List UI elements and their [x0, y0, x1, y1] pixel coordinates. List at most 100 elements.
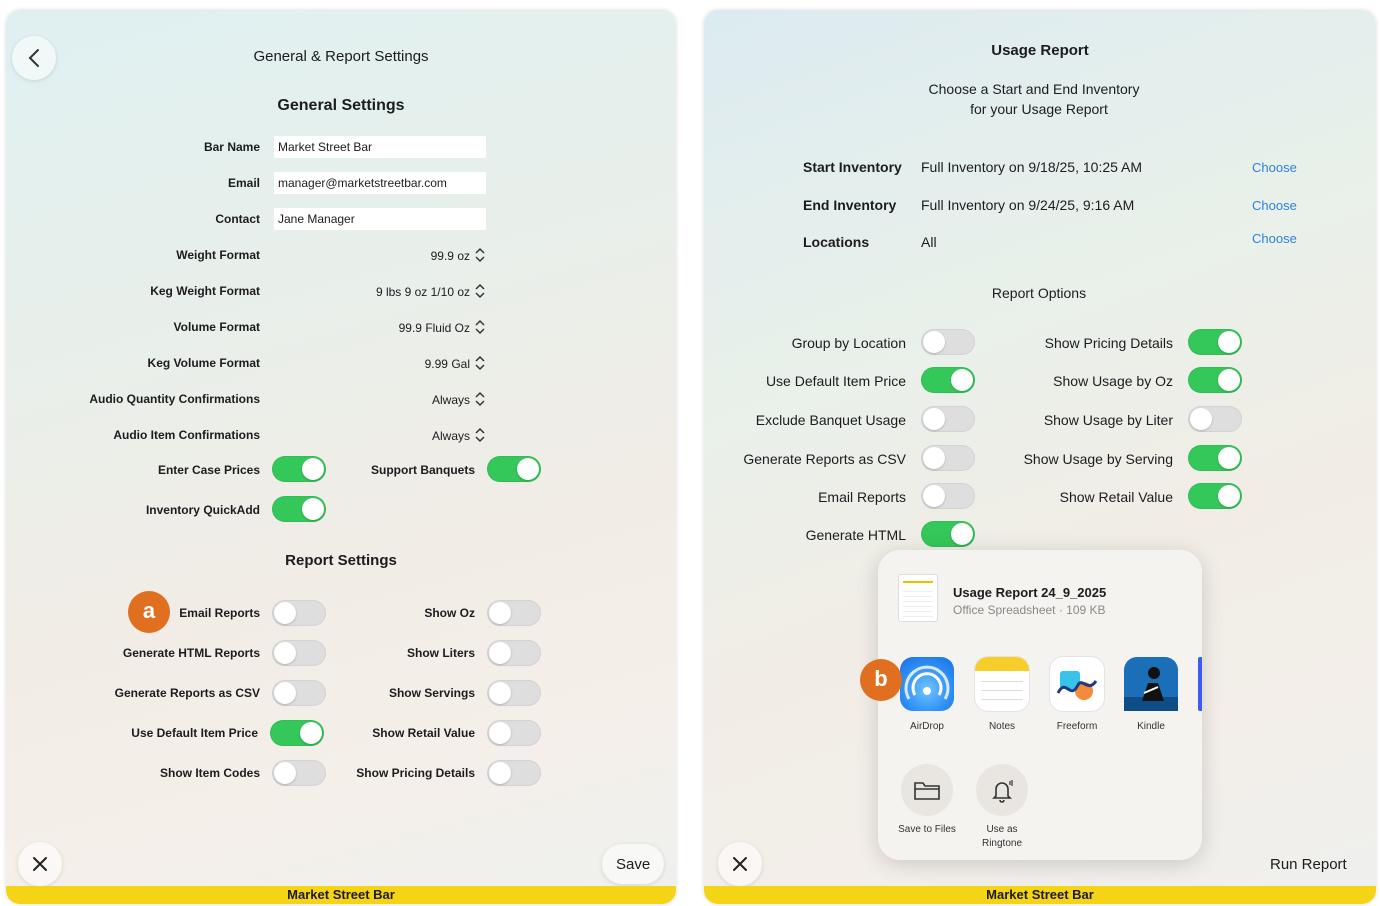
footer-bar-name: Market Street Bar — [6, 886, 676, 904]
show-pricing-details-toggle[interactable] — [487, 760, 541, 786]
volume-format-value[interactable]: 99.9 Fluid Oz — [399, 321, 470, 335]
freeform-label: Freeform — [1056, 721, 1098, 732]
stepper-chevrons-icon[interactable] — [474, 390, 486, 408]
generate-reports-csv-label: Generate Reports as CSV — [114, 686, 260, 700]
show-pricing-details-toggle[interactable] — [1188, 329, 1242, 355]
subtitle-line-1: Choose a Start and End Inventory — [928, 81, 1140, 97]
airdrop-icon[interactable] — [900, 657, 954, 711]
inventory-quickadd-toggle[interactable] — [272, 496, 326, 522]
show-liters-label: Show Liters — [406, 646, 475, 660]
audio-item-confirmations-label: Audio Item Confirmations — [113, 428, 260, 442]
file-meta: Office Spreadsheet · 109 KB — [953, 603, 1106, 617]
close-icon — [733, 857, 747, 871]
use-default-item-price-toggle[interactable] — [270, 720, 324, 746]
generate-reports-csv-toggle[interactable] — [921, 445, 975, 471]
usage-report-title: Usage Report — [991, 42, 1089, 59]
callout-badge-a: a — [128, 591, 170, 633]
show-usage-by-oz-toggle[interactable] — [1188, 367, 1242, 393]
notes-app-icon[interactable] — [975, 657, 1029, 711]
locations-value: All — [921, 234, 937, 250]
email-field[interactable]: manager@marketstreetbar.com — [274, 172, 486, 194]
show-usage-by-liter-toggle[interactable] — [1188, 406, 1242, 432]
stepper-chevrons-icon[interactable] — [474, 318, 486, 336]
callout-badge-b: b — [860, 659, 902, 701]
email-reports-label: Email Reports — [818, 489, 906, 505]
run-report-button[interactable]: Run Report — [1270, 856, 1347, 873]
notes-label: Notes — [988, 721, 1016, 732]
airdrop-label: AirDrop — [910, 721, 944, 732]
show-pricing-details-label: Show Pricing Details — [356, 766, 475, 780]
generate-html-reports-toggle[interactable] — [272, 640, 326, 666]
ringtone-label: Ringtone — [981, 838, 1023, 849]
enter-case-prices-label: Enter Case Prices — [157, 463, 260, 477]
kindle-app-icon[interactable] — [1124, 657, 1178, 711]
close-button[interactable] — [718, 842, 762, 886]
share-sheet: Usage Report 24_9_2025 Office Spreadshee… — [878, 550, 1202, 860]
show-oz-label: Show Oz — [424, 606, 475, 620]
use-default-item-price-toggle[interactable] — [921, 367, 975, 393]
start-inventory-label: Start Inventory — [803, 159, 902, 175]
file-name: Usage Report 24_9_2025 — [953, 585, 1107, 600]
stepper-chevrons-icon[interactable] — [474, 426, 486, 444]
weight-format-label: Weight Format — [176, 248, 260, 262]
weight-format-value[interactable]: 99.9 oz — [431, 249, 470, 263]
show-usage-by-liter-label: Show Usage by Liter — [1043, 412, 1173, 428]
show-servings-toggle[interactable] — [487, 680, 541, 706]
use-as-ringtone-button[interactable] — [976, 764, 1028, 816]
stepper-chevrons-icon[interactable] — [474, 246, 486, 264]
email-reports-toggle[interactable] — [921, 483, 975, 509]
show-retail-value-toggle[interactable] — [487, 720, 541, 746]
email-label: Email — [227, 176, 260, 190]
show-retail-value-label: Show Retail Value — [372, 726, 475, 740]
close-icon — [33, 857, 47, 871]
support-banquets-toggle[interactable] — [487, 456, 541, 482]
stepper-chevrons-icon[interactable] — [474, 354, 486, 372]
contact-field[interactable]: Jane Manager — [274, 208, 486, 230]
choose-locations-link[interactable]: Choose — [1252, 231, 1297, 246]
report-options-heading: Report Options — [991, 285, 1087, 301]
email-reports-toggle[interactable] — [272, 600, 326, 626]
start-inventory-value: Full Inventory on 9/18/25, 10:25 AM — [921, 159, 1143, 175]
show-item-codes-toggle[interactable] — [272, 760, 326, 786]
use-default-item-price-label: Use Default Item Price — [131, 726, 258, 740]
next-app-icon[interactable] — [1198, 657, 1202, 711]
enter-case-prices-toggle[interactable] — [272, 456, 326, 482]
report-settings-heading: Report Settings — [285, 552, 397, 569]
show-retail-value-toggle[interactable] — [1188, 483, 1242, 509]
generate-html-toggle[interactable] — [921, 521, 975, 547]
show-retail-value-label: Show Retail Value — [1059, 489, 1173, 505]
save-button[interactable]: Save — [602, 844, 665, 884]
group-by-location-toggle[interactable] — [921, 329, 975, 355]
stepper-chevrons-icon[interactable] — [474, 282, 486, 300]
bar-name-field[interactable]: Market Street Bar — [274, 136, 486, 158]
show-usage-by-serving-label: Show Usage by Serving — [1023, 451, 1173, 467]
generate-html-reports-label: Generate HTML Reports — [122, 646, 260, 660]
choose-end-inventory-link[interactable]: Choose — [1252, 198, 1297, 213]
show-item-codes-label: Show Item Codes — [159, 766, 260, 780]
audio-item-confirmations-value[interactable]: Always — [432, 429, 470, 443]
footer-bar-name: Market Street Bar — [704, 886, 1376, 904]
audio-quantity-confirmations-value[interactable]: Always — [432, 393, 470, 407]
show-oz-toggle[interactable] — [487, 600, 541, 626]
close-button[interactable] — [18, 842, 62, 886]
keg-volume-format-value[interactable]: 9.99 Gal — [425, 357, 470, 371]
end-inventory-label: End Inventory — [803, 197, 897, 213]
generate-reports-csv-label: Generate Reports as CSV — [743, 451, 906, 467]
use-default-item-price-label: Use Default Item Price — [765, 373, 906, 389]
show-servings-label: Show Servings — [388, 686, 475, 700]
keg-weight-format-value[interactable]: 9 lbs 9 oz 1/10 oz — [376, 285, 470, 299]
kindle-label: Kindle — [1137, 721, 1165, 732]
show-usage-by-serving-toggle[interactable] — [1188, 445, 1242, 471]
show-liters-toggle[interactable] — [487, 640, 541, 666]
end-inventory-value: Full Inventory on 9/24/25, 9:16 AM — [921, 197, 1135, 213]
locations-label: Locations — [803, 234, 870, 250]
save-to-files-button[interactable] — [901, 764, 953, 816]
generate-reports-csv-toggle[interactable] — [272, 680, 326, 706]
choose-start-inventory-link[interactable]: Choose — [1252, 160, 1297, 175]
freeform-app-icon[interactable] — [1050, 657, 1104, 711]
audio-quantity-confirmations-label: Audio Quantity Confirmations — [89, 392, 260, 406]
support-banquets-label: Support Banquets — [371, 463, 475, 477]
exclude-banquet-usage-toggle[interactable] — [921, 406, 975, 432]
keg-weight-format-label: Keg Weight Format — [150, 284, 260, 298]
show-usage-by-oz-label: Show Usage by Oz — [1053, 373, 1173, 389]
